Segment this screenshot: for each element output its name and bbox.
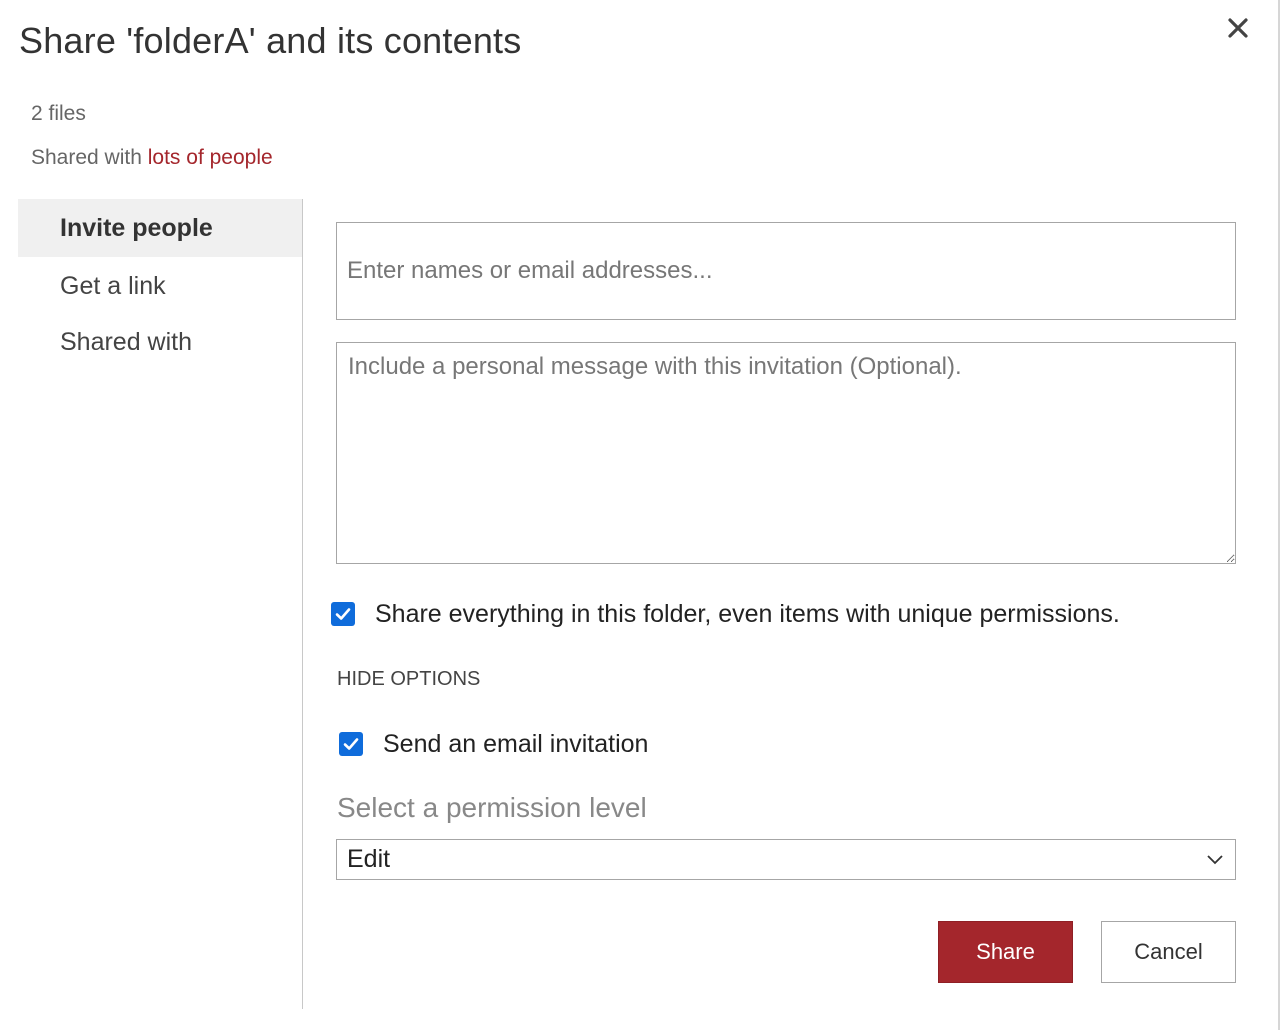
chevron-down-icon [1207, 855, 1223, 865]
people-input[interactable] [336, 222, 1236, 320]
dialog-title: Share 'folderA' and its contents [19, 20, 522, 61]
send-email-label: Send an email invitation [383, 730, 649, 758]
sidebar-item-shared-with[interactable]: Shared with [18, 314, 302, 370]
checkmark-icon [343, 738, 359, 750]
share-button[interactable]: Share [938, 921, 1073, 983]
send-email-checkbox[interactable] [339, 732, 363, 756]
close-button[interactable] [1220, 10, 1256, 46]
sidebar-nav: Invite people Get a link Shared with [18, 199, 303, 1009]
share-dialog: Share 'folderA' and its contents 2 files… [0, 0, 1280, 1030]
cancel-button[interactable]: Cancel [1101, 921, 1236, 983]
permission-level-value: Edit [347, 845, 391, 873]
close-icon [1228, 18, 1248, 38]
share-everything-label: Share everything in this folder, even it… [375, 600, 1120, 628]
checkmark-icon [335, 608, 351, 620]
sidebar-item-label: Get a link [60, 271, 166, 300]
personal-message-input[interactable] [336, 342, 1236, 564]
files-count: 2 files [31, 102, 86, 125]
sidebar-item-invite-people[interactable]: Invite people [18, 199, 302, 257]
shared-with-summary: Shared with lots of people [31, 146, 273, 170]
hide-options-link[interactable]: HIDE OPTIONS [337, 668, 480, 691]
shared-with-prefix: Shared with [31, 146, 142, 169]
sidebar-item-get-a-link[interactable]: Get a link [18, 258, 302, 314]
share-everything-checkbox[interactable] [331, 602, 355, 626]
permission-level-select[interactable]: Edit [336, 839, 1236, 880]
sidebar-item-label: Shared with [60, 327, 193, 356]
permission-level-label: Select a permission level [337, 792, 647, 823]
sidebar-item-label: Invite people [60, 213, 213, 242]
shared-with-link[interactable]: lots of people [148, 146, 273, 169]
